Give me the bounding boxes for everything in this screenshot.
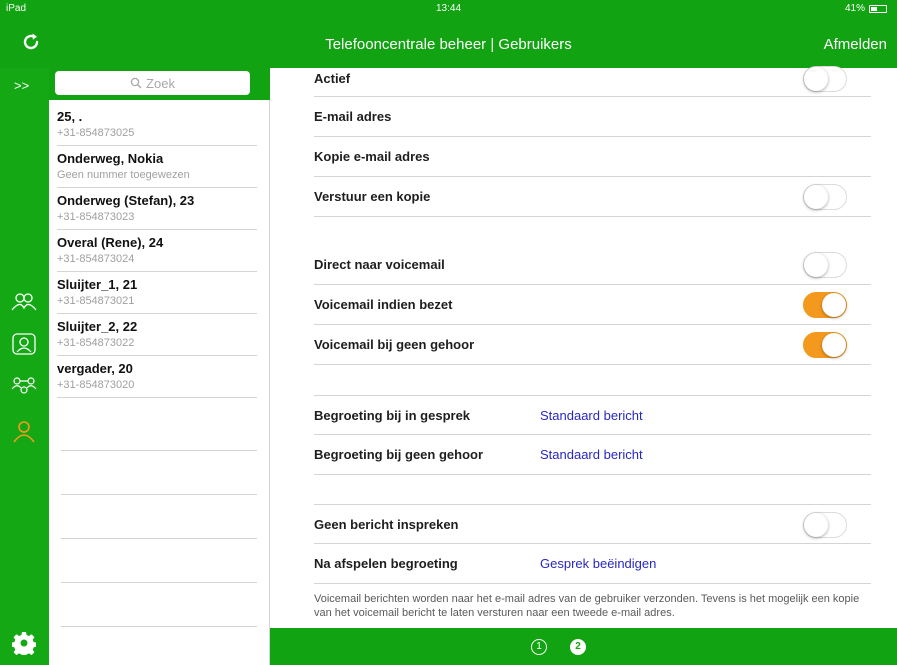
actief-toggle[interactable] [803, 66, 847, 92]
list-item[interactable]: Overal (Rene), 24 +31-854873024 [57, 230, 257, 272]
row-na-afspelen[interactable]: Na afspelen begroeting Gesprek beëindige… [314, 544, 871, 584]
pagination-bar: 1 2 [270, 628, 897, 665]
user-number: +31-854873022 [57, 337, 135, 349]
verstuur-kopie-label: Verstuur een kopie [314, 189, 431, 204]
user-name: Sluijter_1, 21 [57, 277, 138, 292]
row-geen-bericht: Geen bericht inspreken [314, 504, 871, 544]
battery-percent: 41% [844, 3, 865, 14]
search-placeholder: Zoek [146, 75, 175, 91]
user-number: +31-854873025 [57, 127, 135, 139]
list-item[interactable]: Sluijter_2, 22 +31-854873022 [57, 314, 257, 356]
user-number: +31-854873024 [57, 253, 135, 265]
row-verstuur-kopie: Verstuur een kopie [314, 177, 871, 217]
user-icon[interactable] [10, 418, 38, 446]
voicemail-bezet-toggle[interactable] [803, 292, 847, 318]
user-number: +31-854873020 [57, 379, 135, 391]
toggle-knob [822, 333, 846, 357]
user-name: Onderweg (Stefan), 23 [57, 193, 195, 208]
user-list: 25, . +31-854873025 Onderweg, Nokia Geen… [57, 104, 257, 398]
row-voicemail-bezet: Voicemail indien bezet [314, 285, 871, 325]
page-2-button[interactable]: 2 [570, 639, 586, 655]
user-name: Onderweg, Nokia [57, 151, 164, 166]
empty-row-divider [61, 450, 257, 451]
expand-sidebar-button[interactable]: >> [14, 78, 29, 93]
toggle-knob [804, 185, 828, 209]
na-afspelen-value[interactable]: Gesprek beëindigen [540, 556, 656, 571]
begroeting-geen-gehoor-label: Begroeting bij geen gehoor [314, 447, 484, 462]
user-number: Geen nummer toegewezen [57, 169, 190, 181]
toggle-knob [822, 293, 846, 317]
search-bar: Zoek [49, 68, 257, 100]
voicemail-geen-gehoor-label: Voicemail bij geen gehoor [314, 337, 475, 352]
logout-button[interactable]: Afmelden [824, 36, 887, 53]
page-title: Telefooncentrale beheer | Gebruikers [325, 36, 572, 53]
empty-row-divider [61, 538, 257, 539]
row-begroeting-gesprek[interactable]: Begroeting bij in gesprek Standaard beri… [314, 395, 871, 435]
user-number: +31-854873021 [57, 295, 135, 307]
row-email[interactable]: E-mail adres [314, 97, 871, 137]
toggle-knob [804, 253, 828, 277]
page-1-button[interactable]: 1 [531, 639, 547, 655]
row-actief: Actief [314, 66, 871, 97]
voicemail-bezet-label: Voicemail indien bezet [314, 297, 453, 312]
user-card-icon[interactable] [10, 330, 38, 358]
empty-row-divider [61, 582, 257, 583]
begroeting-gesprek-label: Begroeting bij in gesprek [314, 407, 471, 423]
begroeting-geen-gehoor-value[interactable]: Standaard bericht [540, 447, 643, 462]
users-group-icon[interactable] [10, 288, 38, 316]
selection-indicator [257, 68, 270, 100]
voicemail-geen-gehoor-toggle[interactable] [803, 332, 847, 358]
row-begroeting-geen-gehoor[interactable]: Begroeting bij geen gehoor Standaard ber… [314, 435, 871, 475]
battery-icon [869, 4, 887, 13]
user-name: Overal (Rene), 24 [57, 235, 164, 250]
user-list-pane: Zoek 25, . +31-854873025 Onderweg, Nokia… [49, 68, 270, 665]
battery-status: 41% [845, 3, 887, 14]
toggle-knob [804, 513, 828, 537]
user-name: vergader, 20 [57, 361, 133, 376]
geen-bericht-label: Geen bericht inspreken [314, 516, 459, 532]
begroeting-gesprek-value[interactable]: Standaard bericht [540, 408, 643, 423]
list-item[interactable]: 25, . +31-854873025 [57, 104, 257, 146]
verstuur-kopie-toggle[interactable] [803, 184, 847, 210]
list-item[interactable]: Sluijter_1, 21 +31-854873021 [57, 272, 257, 314]
voicemail-info-text: Voicemail berichten worden naar het e-ma… [314, 593, 860, 619]
user-network-icon[interactable] [10, 372, 38, 400]
direct-voicemail-toggle[interactable] [803, 252, 847, 278]
toggle-knob [804, 67, 828, 91]
user-name: 25, . [57, 109, 83, 124]
search-icon [130, 77, 142, 89]
direct-voicemail-label: Direct naar voicemail [314, 257, 445, 272]
row-kopie-email[interactable]: Kopie e-mail adres [314, 137, 871, 177]
row-voicemail-geen-gehoor: Voicemail bij geen gehoor [314, 325, 871, 365]
sidebar: >> [0, 68, 49, 665]
gear-icon[interactable] [12, 631, 36, 655]
list-item[interactable]: vergader, 20 +31-854873020 [57, 356, 257, 398]
nav-bar: Telefooncentrale beheer | Gebruikers Afm… [0, 18, 897, 68]
row-direct-voicemail: Direct naar voicemail [314, 245, 871, 285]
status-bar: iPad 13:44 41% [0, 0, 897, 18]
search-input[interactable]: Zoek [55, 71, 250, 95]
user-settings-panel: Actief E-mail adres Kopie e-mail adres V… [270, 66, 897, 628]
email-label: E-mail adres [314, 109, 392, 124]
actief-label: Actief [314, 70, 351, 86]
na-afspelen-label: Na afspelen begroeting [314, 556, 458, 571]
empty-row-divider [61, 626, 257, 627]
list-item[interactable]: Onderweg, Nokia Geen nummer toegewezen [57, 146, 257, 188]
list-item[interactable]: Onderweg (Stefan), 23 +31-854873023 [57, 188, 257, 230]
clock: 13:44 [435, 3, 462, 14]
empty-row-divider [61, 494, 257, 495]
user-name: Sluijter_2, 22 [57, 319, 138, 334]
geen-bericht-toggle[interactable] [803, 512, 847, 538]
kopie-email-label: Kopie e-mail adres [314, 149, 430, 164]
user-number: +31-854873023 [57, 211, 135, 223]
